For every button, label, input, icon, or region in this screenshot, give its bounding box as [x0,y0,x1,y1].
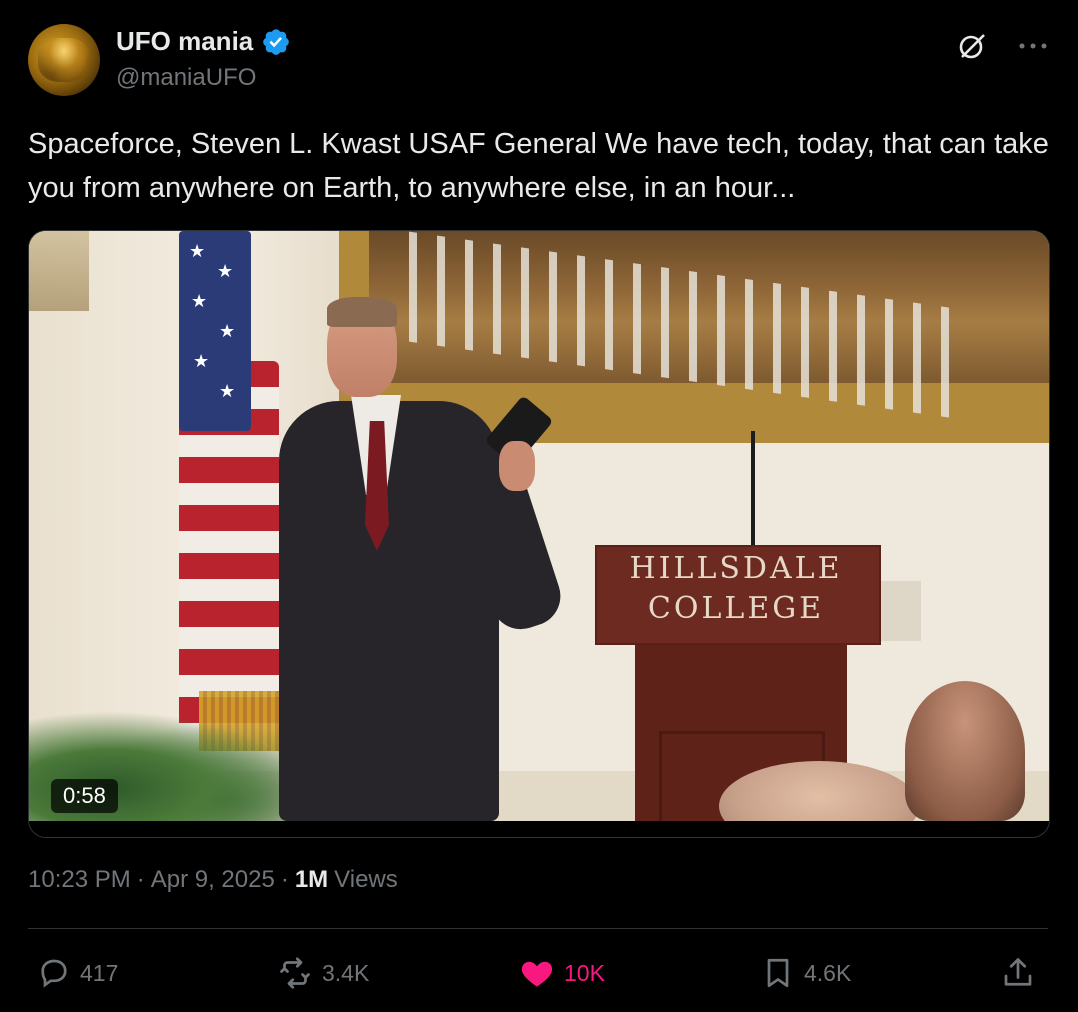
heart-icon [518,955,556,991]
share-icon [1000,955,1036,991]
bookmark-button[interactable]: 4.6K [760,946,851,1000]
author-handle[interactable]: @maniaUFO [116,64,256,92]
podium-sign: HILLSDALE COLLEGE [595,549,877,629]
author-name[interactable]: UFO mania [116,26,253,57]
speaker [269,291,569,821]
tweet-text: Spaceforce, Steven L. Kwast USAF General… [28,128,1049,204]
repost-button[interactable]: 3.4K [276,946,369,1000]
reply-icon [36,955,72,991]
tweet-meta: 10:23 PM · Apr 9, 2025 · 1M Views [28,866,398,894]
like-count: 10K [564,959,605,986]
views-label: Views [334,866,398,893]
avatar[interactable] [28,24,100,96]
tweet-date[interactable]: Apr 9, 2025 [151,866,275,894]
tweet-time[interactable]: 10:23 PM [28,866,131,894]
video-player[interactable]: ★ ★ ★ ★ ★ ★ HILLSDALE COLLEGE 0:58 [28,230,1050,838]
meta-separator: · [136,866,145,893]
reply-count: 417 [80,959,119,986]
reply-button[interactable]: 417 [36,946,118,1000]
video-frame: ★ ★ ★ ★ ★ ★ HILLSDALE COLLEGE [29,231,1049,837]
action-bar: 417 3.4K 10K 4.6K [28,946,1048,1000]
bookmark-count: 4.6K [804,959,852,986]
repost-count: 3.4K [322,959,370,986]
share-button[interactable] [1000,946,1036,1000]
more-icon[interactable] [1018,41,1048,51]
like-button[interactable]: 10K [518,946,605,1000]
divider [28,928,1048,929]
repost-icon [276,955,314,991]
author-name-row[interactable]: UFO mania [116,26,291,57]
grok-icon[interactable] [956,30,988,62]
podium-line-2: COLLEGE [647,591,825,626]
podium-line-1: HILLSDALE [629,551,843,586]
video-duration: 0:58 [51,779,118,813]
verified-badge-icon [261,27,291,57]
meta-separator: · [280,866,289,893]
views-count: 1M [294,866,329,893]
bookmark-icon [760,955,796,991]
header-actions [956,30,1048,62]
